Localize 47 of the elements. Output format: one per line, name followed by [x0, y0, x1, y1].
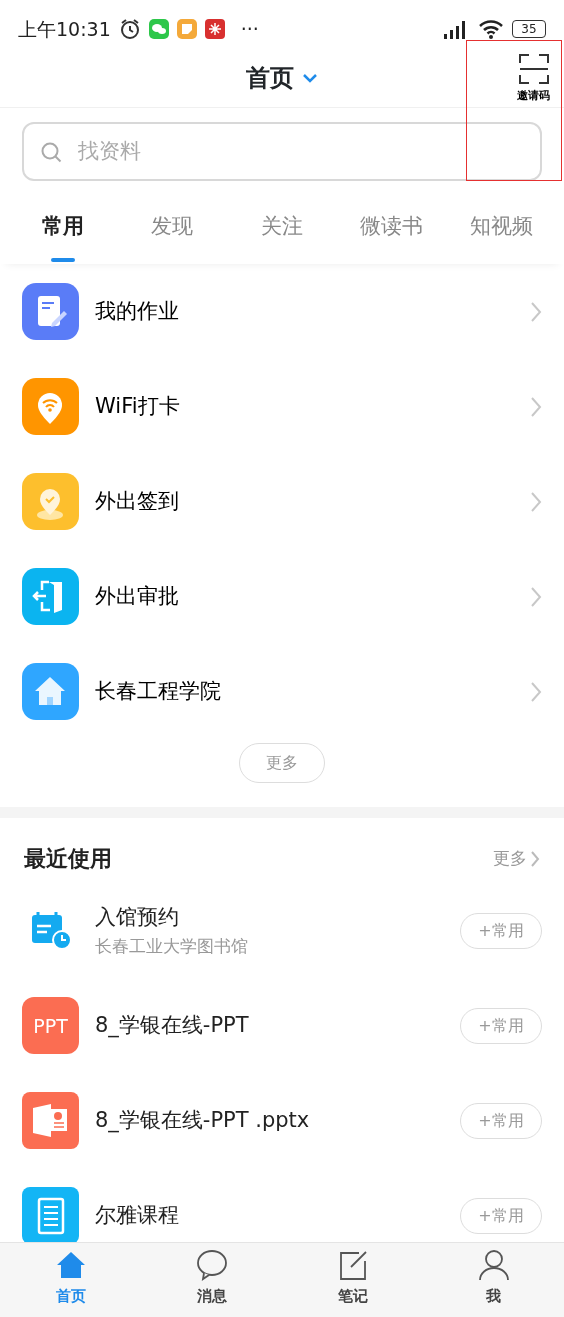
item-title: 8_学银在线-PPT .pptx [95, 1107, 311, 1135]
chevron-right-icon [530, 395, 542, 418]
tab[interactable]: 常用 [8, 188, 118, 265]
scan-button[interactable]: 邀请码 [517, 53, 550, 104]
file-type-badge: PPT [22, 997, 79, 1055]
alarm-icon [118, 17, 141, 40]
item-title: 入馆预约 [95, 904, 180, 932]
chevron-right-icon [530, 490, 542, 513]
favorite-item[interactable]: 外出审批 [0, 549, 564, 645]
scan-icon [518, 53, 549, 84]
battery-indicator: 35 [512, 19, 546, 38]
item-title: 尔雅课程 [95, 1202, 180, 1230]
item-subtitle: 长春工业大学图书馆 [95, 934, 249, 958]
chevron-right-icon [530, 300, 542, 323]
favorite-item[interactable]: 长春工程学院 [0, 644, 564, 740]
chat-bubble-icon [194, 1249, 229, 1281]
tab[interactable]: 发现 [117, 188, 228, 265]
chevron-right-icon [530, 680, 542, 703]
person-icon [476, 1249, 511, 1281]
wifi-icon [478, 17, 504, 40]
nav-tab[interactable]: 我 [423, 1243, 564, 1317]
caret-icon [302, 73, 318, 84]
tab[interactable]: 知视频 [446, 188, 556, 265]
favorite-item[interactable]: WiFi打卡 [0, 359, 564, 455]
more-notifications: ··· [240, 16, 259, 42]
nav-tab[interactable]: 笔记 [282, 1243, 423, 1317]
tab[interactable]: 关注 [227, 188, 337, 265]
clock-time: 上午10:31 [18, 16, 111, 42]
house-icon [22, 663, 79, 721]
notes-app-icon [176, 18, 197, 39]
tab[interactable]: 微读书 [336, 188, 447, 265]
location-check-icon [22, 473, 79, 531]
door-exit-icon [22, 568, 79, 626]
favorite-item[interactable]: 我的作业 [0, 264, 564, 360]
nav-tab[interactable]: 消息 [141, 1243, 282, 1317]
slides-file-icon [22, 1092, 79, 1150]
page-title-dropdown[interactable]: 首页 [246, 60, 318, 97]
wifi-pin-icon [22, 378, 79, 436]
notepad-pencil-icon [22, 283, 79, 341]
chat-app-icon [148, 18, 169, 39]
favorite-item[interactable]: 外出签到 [0, 454, 564, 550]
chevron-right-icon [531, 850, 540, 867]
search-field[interactable]: 找资料 [22, 122, 542, 181]
section-title: 最近使用 [24, 845, 112, 874]
item-title: 8_学银在线-PPT [95, 1012, 250, 1040]
chevron-right-icon [530, 585, 542, 608]
flower-app-icon [204, 18, 225, 39]
